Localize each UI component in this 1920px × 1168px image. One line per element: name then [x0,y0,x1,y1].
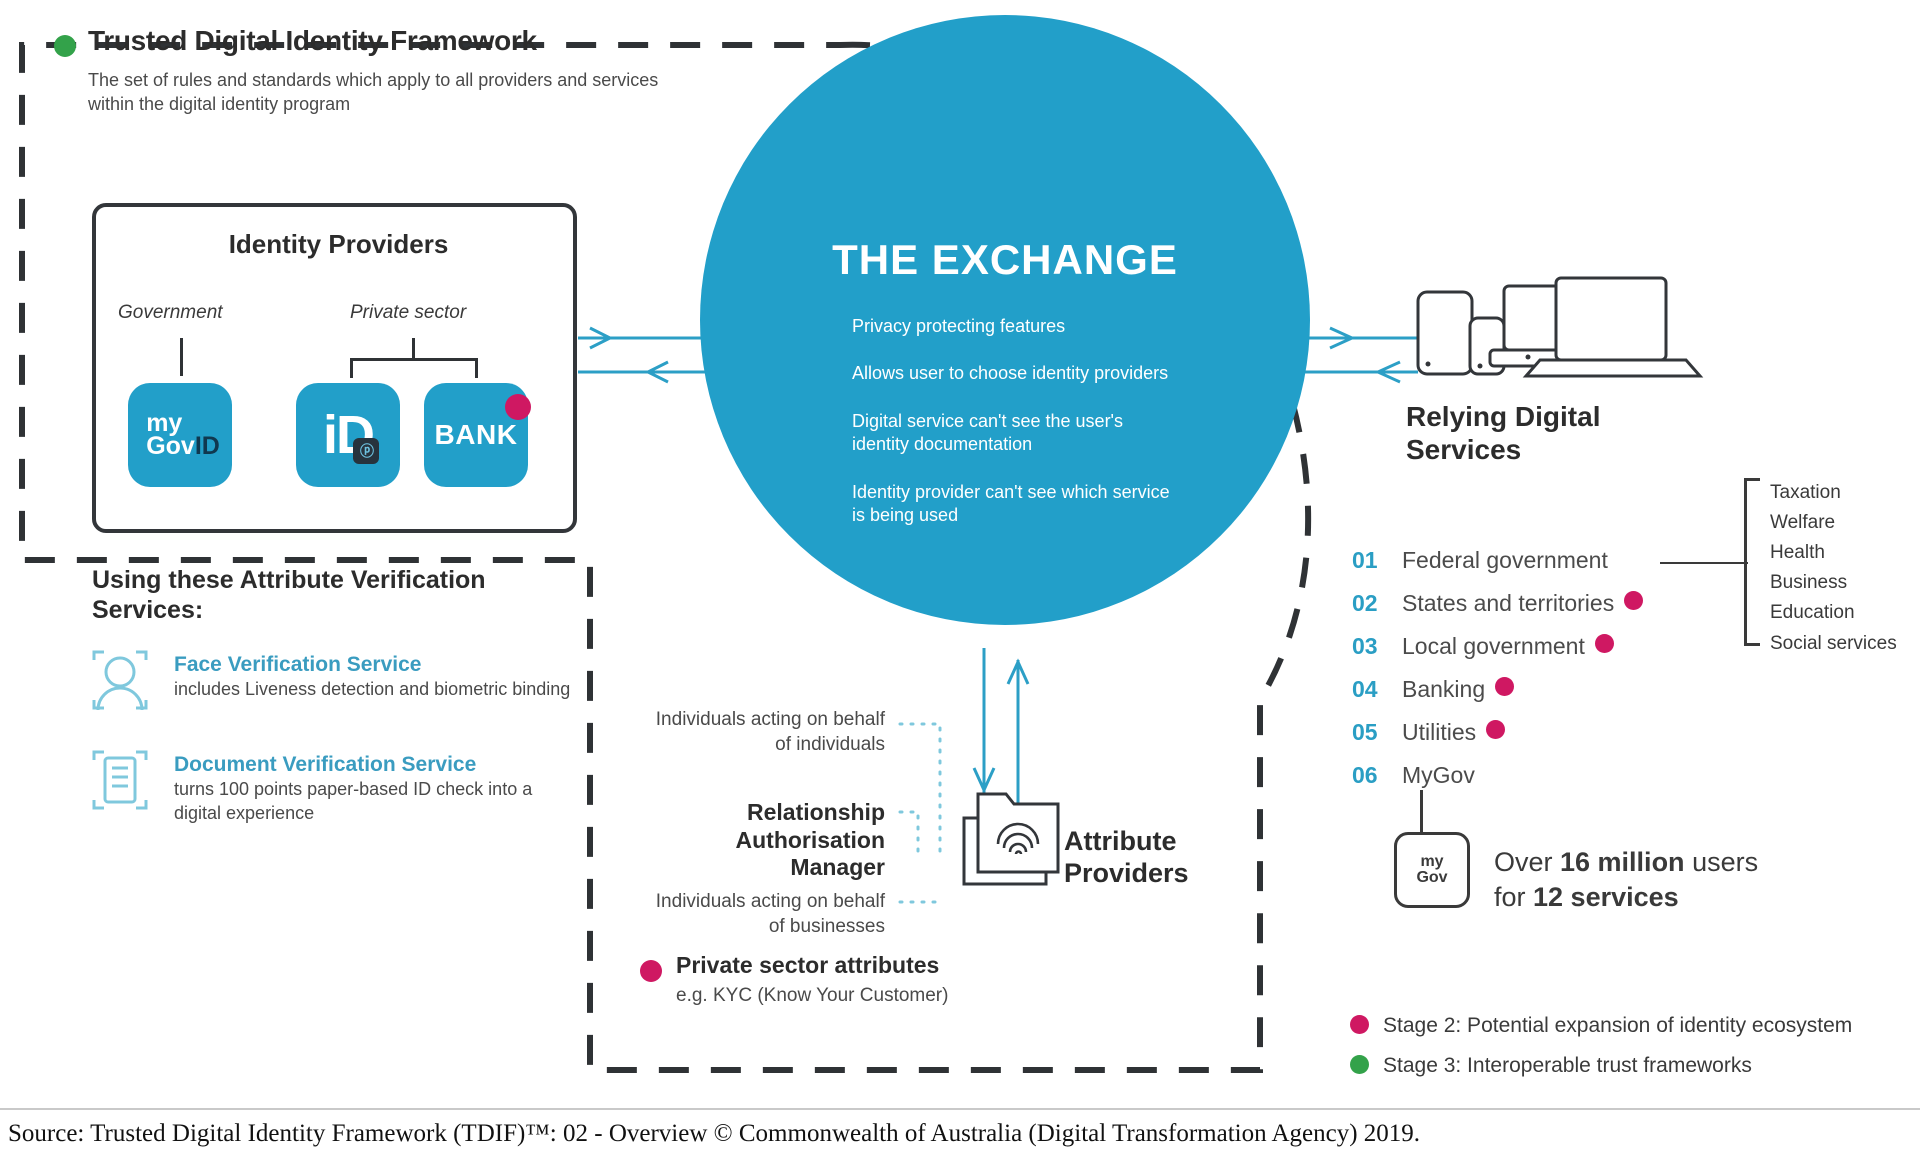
face-verification-description: includes Liveness detection and biometri… [174,679,571,700]
attribute-verification-title: Using these Attribute Verification Servi… [92,566,486,624]
private-stem-line [412,338,415,358]
private-bracket-horizontal [350,358,478,361]
private-sector-attributes-title: Private sector attributes [676,952,940,978]
mygovid-wordmark: my GovID [146,409,220,460]
stage3-dot-icon [1350,1055,1369,1074]
stage2-dot-icon [1624,591,1644,610]
legend-row-stage3: Stage 3: Interoperable trust frameworks [1350,1054,1910,1094]
relying-service-item[interactable]: 03 Local government [1352,633,1772,676]
legend-label: Stage 3: Interoperable trust frameworks [1383,1054,1752,1077]
taxonomy-bracket [1744,478,1760,646]
service-number: 04 [1352,676,1378,702]
framework-title: Trusted Digital Identity Framework [88,25,537,56]
relying-service-item[interactable]: 02 States and territories [1352,590,1772,633]
mygov-services-line: for 12 services [1494,881,1679,912]
source-caption: Source: Trusted Digital Identity Framewo… [8,1120,1421,1147]
mygov-users-line: Over 16 million users [1494,847,1759,877]
mygov-stem-line [1420,790,1423,832]
face-verification-text: Face Verification Service includes Liven… [174,652,574,702]
private-bracket-right [475,358,478,378]
relying-service-item[interactable]: 04 Banking [1352,676,1772,719]
mygovid-logo-tile[interactable]: my GovID [128,383,232,487]
legend-row-stage2: Stage 2: Potential expansion of identity… [1350,1014,1910,1054]
id-wordmark: iD ⓟ [323,408,379,464]
mygov-wordmark: my Gov [1416,853,1448,886]
taxonomy-item: Education [1770,602,1855,624]
legend-label: Stage 2: Potential expansion of identity… [1383,1014,1853,1037]
id-badge-icon: ⓟ [353,438,379,464]
exchange-bullet-3: Digital service can't see the user's ide… [852,410,1123,455]
document-verification-name: Document Verification Service [174,753,477,776]
relying-service-item[interactable]: 06 MyGov [1352,762,1772,805]
relying-services-list: 01 Federal government 02 States and territ… [1352,547,1772,805]
service-label: Local government [1402,633,1585,659]
attribute-providers-title: Attribute Providers [1064,826,1189,888]
identity-providers-title: Identity Providers [228,229,449,259]
relationship-authorisation-manager-title: Relationship Authorisation Manager [735,799,886,881]
private-sector-attributes-subtitle: e.g. KYC (Know Your Customer) [676,985,949,1006]
stage3-dot-icon [54,35,76,57]
taxonomy-item: Welfare [1770,512,1836,534]
taxonomy-list: Taxation Welfare Health Business Educati… [1770,478,1920,659]
stage2-dot-icon [1594,634,1614,653]
exchange-bullet-2: Allows user to choose identity providers [852,363,1169,384]
exchange-bullet-1: Privacy protecting features [852,316,1066,336]
stage2-dot-icon [1486,720,1506,739]
bank-wordmark: BANK [434,419,518,450]
taxonomy-item: Taxation [1770,482,1841,503]
taxonomy-item: Business [1770,572,1848,594]
exchange-title: THE EXCHANGE [832,236,1178,283]
service-number: 03 [1352,633,1378,659]
taxonomy-item: Health [1770,542,1825,564]
service-label: Utilities [1402,719,1477,745]
service-label: States and territories [1402,590,1615,616]
private-attributes-stage2-dot-icon [640,960,662,982]
private-bracket-left [350,358,353,378]
relying-service-item[interactable]: 01 Federal government [1352,547,1772,590]
category-government: Government [118,302,223,323]
taxonomy-connector-line [1660,562,1748,564]
mygov-logo-tile: my Gov [1394,832,1470,908]
service-label: Banking [1402,676,1486,702]
framework-subtitle: The set of rules and standards which app… [88,70,659,115]
stage-legend: Stage 2: Potential expansion of identity… [1350,1014,1910,1094]
exchange-bullet-4: Identity provider can't see which servic… [852,481,1170,525]
diagram-canvas: Trusted Digital Identity Framework The s… [0,0,1920,1168]
service-number: 05 [1352,719,1378,745]
service-label: MyGov [1402,762,1475,788]
government-stem-line [180,338,183,376]
document-verification-text: Document Verification Service turns 100 … [174,752,574,826]
bank-stage2-dot-icon [505,394,531,420]
document-verification-description: turns 100 points paper-based ID check in… [174,779,533,823]
exchange-bullets: Privacy protecting features Allows user … [852,315,1182,551]
relying-digital-services-title: Relying Digital Services [1406,401,1601,466]
stage2-dot-icon [1350,1015,1369,1034]
service-number: 02 [1352,590,1378,616]
mygov-usage-stat: Over 16 million users for 12 services [1494,845,1894,914]
service-number: 01 [1352,547,1378,573]
stage2-dot-icon [1495,677,1515,696]
individuals-on-behalf-of-businesses: Individuals acting on behalf of business… [655,891,885,937]
face-verification-name: Face Verification Service [174,653,422,676]
relying-service-item[interactable]: 05 Utilities [1352,719,1772,762]
service-label: Federal government [1402,547,1608,573]
individuals-on-behalf-of-individuals: Individuals acting on behalf of individu… [655,709,885,755]
service-number: 06 [1352,762,1378,788]
category-private-sector: Private sector [350,302,467,323]
id-logo-tile[interactable]: iD ⓟ [296,383,400,487]
taxonomy-item: Social services [1770,632,1897,654]
